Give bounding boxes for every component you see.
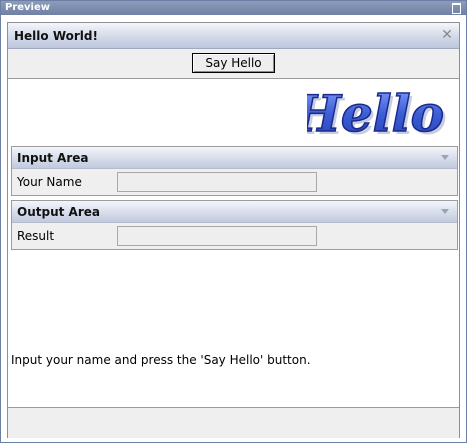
chevron-down-icon[interactable] <box>441 155 449 160</box>
your-name-input[interactable] <box>117 172 317 192</box>
hello-logo: Hello Hello <box>307 87 447 141</box>
restore-icon[interactable] <box>452 3 461 14</box>
toolbar: Say Hello <box>8 49 459 79</box>
output-area-header[interactable]: Output Area <box>12 201 457 223</box>
hint-text: Input your name and press the 'Say Hello… <box>11 353 311 367</box>
output-area-section: Output Area Result <box>11 200 458 250</box>
hello-world-panel: Hello World! ✕ Say Hello Hello Hello Inp… <box>7 22 460 438</box>
panel-title: Hello World! <box>14 29 98 43</box>
result-field[interactable] <box>117 226 317 246</box>
window-titlebar[interactable]: Preview <box>1 1 466 15</box>
panel-header: Hello World! ✕ <box>8 23 459 49</box>
input-area-header[interactable]: Input Area <box>12 147 457 169</box>
preview-window: Preview Hello World! ✕ Say Hello Hello H… <box>0 0 467 443</box>
say-hello-button[interactable]: Say Hello <box>192 53 275 73</box>
status-bar <box>8 407 459 438</box>
input-area-section: Input Area Your Name <box>11 146 458 196</box>
result-label: Result <box>17 229 55 243</box>
output-area-title: Output Area <box>17 205 100 219</box>
input-area-title: Input Area <box>17 151 89 165</box>
window-title: Preview <box>5 2 51 13</box>
chevron-down-icon[interactable] <box>441 209 449 214</box>
hello-logo-text: Hello <box>307 87 444 141</box>
close-icon[interactable]: ✕ <box>440 28 454 42</box>
your-name-label: Your Name <box>17 175 82 189</box>
